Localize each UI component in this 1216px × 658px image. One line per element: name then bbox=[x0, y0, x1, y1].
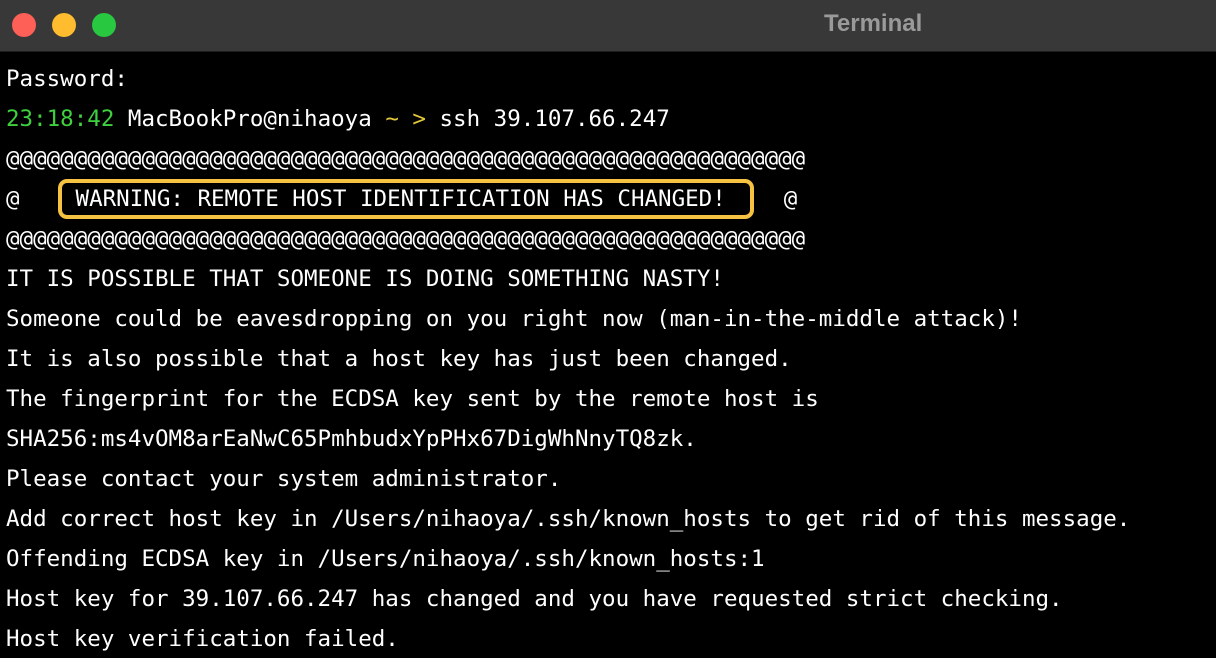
close-window-button[interactable] bbox=[12, 13, 36, 37]
output-line: SHA256:ms4vOM8arEaNwC65PmhbudxYpPHx67Dig… bbox=[6, 426, 697, 452]
prompt-user-host: MacBookPro@nihaoya bbox=[127, 106, 372, 132]
warning-line: @ WARNING: REMOTE HOST IDENTIFICATION HAS… bbox=[6, 179, 1210, 219]
prompt-command: ssh 39.107.66.247 bbox=[439, 106, 670, 132]
password-prompt-line: Password: bbox=[6, 66, 128, 92]
warning-border-bottom: @@@@@@@@@@@@@@@@@@@@@@@@@@@@@@@@@@@@@@@@… bbox=[6, 226, 806, 252]
terminal-output[interactable]: Password: 23:18:42 MacBookPro@nihaoya ~ … bbox=[6, 59, 1210, 658]
window-title: Terminal bbox=[824, 10, 923, 37]
output-line: Host key verification failed. bbox=[6, 626, 399, 652]
output-line: Offending ECDSA key in /Users/nihaoya/.s… bbox=[6, 546, 765, 572]
output-line: Add correct host key in /Users/nihaoya/.… bbox=[6, 506, 1131, 532]
minimize-window-button[interactable] bbox=[52, 13, 76, 37]
prompt-path-arrow: ~ > bbox=[385, 106, 426, 132]
output-line: IT IS POSSIBLE THAT SOMEONE IS DOING SOM… bbox=[6, 266, 724, 292]
output-line: Someone could be eavesdropping on you ri… bbox=[6, 306, 1022, 332]
output-line: The fingerprint for the ECDSA key sent b… bbox=[6, 386, 819, 412]
output-line: Please contact your system administrator… bbox=[6, 466, 562, 492]
warning-at-left: @ bbox=[6, 186, 20, 212]
warning-highlight-box: WARNING: REMOTE HOST IDENTIFICATION HAS … bbox=[57, 179, 754, 219]
output-line: Host key for 39.107.66.247 has changed a… bbox=[6, 586, 1063, 612]
prompt-time: 23:18:42 bbox=[6, 106, 115, 132]
output-line: It is also possible that a host key has … bbox=[6, 346, 792, 372]
title-bar[interactable]: Terminal bbox=[0, 0, 1216, 52]
zoom-window-button[interactable] bbox=[92, 13, 116, 37]
terminal-window: Terminal Password: 23:18:42 MacBookPro@n… bbox=[0, 0, 1216, 658]
warning-border-top: @@@@@@@@@@@@@@@@@@@@@@@@@@@@@@@@@@@@@@@@… bbox=[6, 146, 806, 172]
shell-prompt-line: 23:18:42 MacBookPro@nihaoya ~ > ssh 39.1… bbox=[6, 99, 1210, 139]
warning-at-right: @ bbox=[783, 186, 798, 212]
warning-text: WARNING: REMOTE HOST IDENTIFICATION HAS … bbox=[75, 186, 726, 212]
